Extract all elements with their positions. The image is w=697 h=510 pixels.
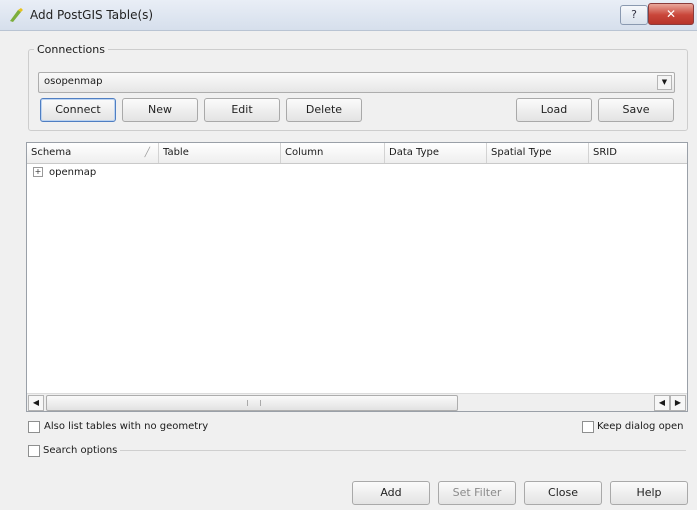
scrollbar-thumb[interactable] (46, 395, 458, 411)
column-header-column[interactable]: Column (281, 143, 385, 163)
new-connection-button[interactable]: New (122, 98, 198, 122)
delete-connection-button[interactable]: Delete (286, 98, 362, 122)
schema-name: openmap (49, 167, 97, 178)
connection-select[interactable]: osopenmap ▼ (38, 72, 675, 93)
dialog-window: Add PostGIS Table(s) ? ✕ Connections oso… (0, 0, 697, 510)
title-help-button[interactable]: ? (620, 5, 648, 25)
column-header-spatial-type[interactable]: Spatial Type (487, 143, 589, 163)
load-connections-button[interactable]: Load (516, 98, 592, 122)
column-header-table[interactable]: Table (159, 143, 281, 163)
scrollbar-grip-icon (247, 400, 261, 406)
horizontal-scrollbar[interactable]: ◀ ◀ ▶ (27, 393, 687, 411)
layers-table[interactable]: Schema ╱ Table Column Data Type Spatial … (26, 142, 688, 412)
column-header-srid[interactable]: SRID (589, 143, 687, 163)
column-header-schema[interactable]: Schema ╱ (27, 143, 159, 163)
no-geometry-label: Also list tables with no geometry (44, 421, 209, 432)
set-filter-button[interactable]: Set Filter (438, 481, 516, 505)
search-options-label: Search options (43, 445, 118, 456)
chevron-down-icon[interactable]: ▼ (657, 75, 672, 90)
connect-button[interactable]: Connect (40, 98, 116, 122)
title-bar[interactable]: Add PostGIS Table(s) ? ✕ (0, 0, 697, 31)
connections-group-label: Connections (34, 43, 108, 56)
keep-dialog-open-label: Keep dialog open (597, 421, 684, 432)
keep-dialog-open-checkbox[interactable] (582, 421, 594, 433)
qgis-app-icon (10, 8, 23, 22)
scroll-left-arrow-icon-2[interactable]: ◀ (654, 395, 670, 411)
table-header: Schema ╱ Table Column Data Type Spatial … (27, 143, 687, 164)
help-button[interactable]: Help (610, 481, 688, 505)
sort-indicator-icon: ╱ (144, 148, 150, 158)
edit-connection-button[interactable]: Edit (204, 98, 280, 122)
connection-select-value: osopenmap (44, 76, 103, 87)
add-button[interactable]: Add (352, 481, 430, 505)
window-close-button[interactable]: ✕ (648, 3, 694, 25)
no-geometry-checkbox[interactable] (28, 421, 40, 433)
save-connections-button[interactable]: Save (598, 98, 674, 122)
window-title: Add PostGIS Table(s) (30, 8, 154, 22)
search-options-checkbox[interactable] (28, 445, 40, 457)
tree-row-openmap[interactable]: + openmap (33, 167, 96, 181)
scroll-right-arrow-icon[interactable]: ▶ (670, 395, 686, 411)
column-header-data-type[interactable]: Data Type (385, 143, 487, 163)
close-button[interactable]: Close (524, 481, 602, 505)
scroll-left-arrow-icon[interactable]: ◀ (28, 395, 44, 411)
expand-plus-icon[interactable]: + (33, 167, 43, 177)
search-options-divider (120, 450, 686, 451)
